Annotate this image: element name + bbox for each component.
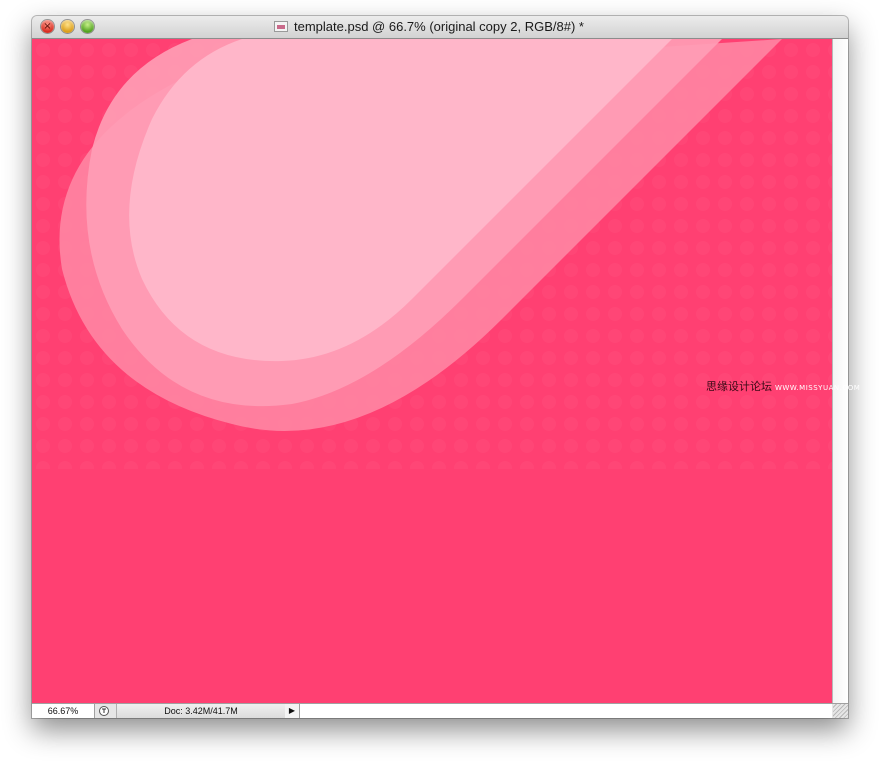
zoom-button[interactable] [81, 20, 94, 33]
window-title: template.psd @ 66.7% (original copy 2, R… [294, 19, 584, 34]
status-menu-button[interactable]: ▶ [285, 704, 300, 718]
minimize-button[interactable] [61, 20, 74, 33]
watermark-site: WWW.MISSYUAN.COM [775, 384, 861, 392]
status-bar: 66.67% Doc: 3.42M/41.7M ▶ [32, 703, 848, 718]
title-bar[interactable]: × template.psd @ 66.7% (original copy 2,… [32, 16, 848, 39]
triangle-right-icon: ▶ [288, 706, 296, 715]
status-icon-button[interactable] [96, 705, 112, 717]
psd-document-icon [274, 21, 288, 32]
canvas-artwork [32, 39, 832, 703]
zoom-level-field[interactable]: 66.67% [32, 704, 95, 718]
watermark-brand: 思缘设计论坛 [706, 380, 772, 393]
document-canvas[interactable] [32, 39, 832, 703]
document-size-info: Doc: 3.42M/41.7M [116, 704, 286, 718]
vertical-scrollbar[interactable] [832, 39, 848, 703]
horizontal-scrollbar[interactable] [300, 704, 832, 718]
status-icon [99, 706, 109, 716]
close-button[interactable]: × [41, 20, 54, 33]
watermark: 思缘设计论坛 WWW.MISSYUAN.COM [706, 378, 860, 394]
photoshop-document-window: × template.psd @ 66.7% (original copy 2,… [32, 16, 848, 718]
close-icon: × [43, 21, 52, 32]
resize-grip-icon[interactable] [833, 704, 848, 718]
